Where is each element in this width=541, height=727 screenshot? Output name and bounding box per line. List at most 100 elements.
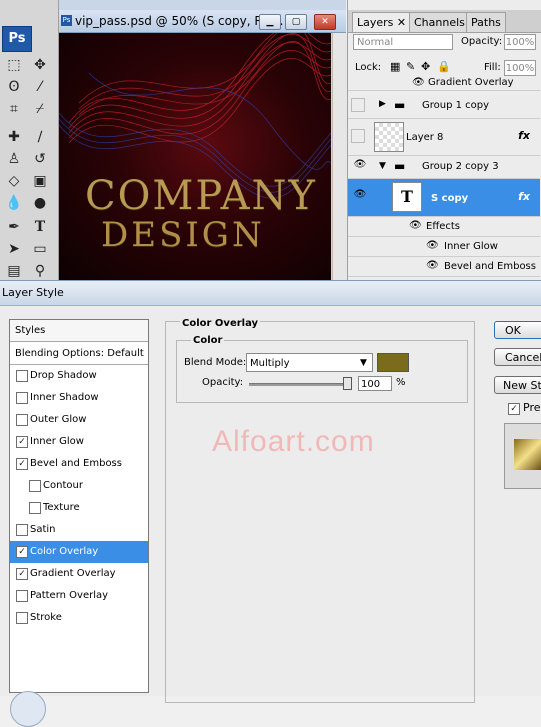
style-checkbox[interactable]: ✓ bbox=[16, 568, 28, 580]
healing-brush-icon[interactable]: ✚ bbox=[3, 126, 25, 148]
magic-wand-icon[interactable]: ⁄ bbox=[29, 76, 51, 98]
style-checkbox[interactable] bbox=[29, 502, 41, 514]
move-icon[interactable]: ✥ bbox=[29, 54, 51, 76]
style-checkbox[interactable] bbox=[16, 590, 28, 602]
notes-icon[interactable]: ▤ bbox=[3, 260, 25, 282]
style-item[interactable]: ✓ Bevel and Emboss bbox=[10, 453, 148, 475]
expand-arrow-icon[interactable]: ▶ bbox=[379, 99, 386, 109]
gradient-icon[interactable]: ▣ bbox=[29, 170, 51, 192]
tab-paths[interactable]: Paths bbox=[466, 12, 506, 32]
close-button[interactable]: ✕ bbox=[314, 14, 336, 30]
fx-icon[interactable]: fx bbox=[518, 190, 530, 203]
style-checkbox[interactable]: ✓ bbox=[16, 546, 28, 558]
layer-effect-row[interactable]: 👁 Bevel and Emboss bbox=[348, 257, 540, 277]
eraser-icon[interactable]: ◇ bbox=[3, 170, 25, 192]
eye-icon[interactable]: 👁 bbox=[412, 77, 425, 88]
dialog-titlebar[interactable]: Layer Style bbox=[0, 280, 541, 306]
opacity-slider-handle[interactable] bbox=[343, 377, 352, 390]
visibility-toggle[interactable] bbox=[351, 98, 365, 112]
collapse-arrow-icon[interactable]: ▼ bbox=[379, 161, 386, 171]
style-item[interactable]: Stroke bbox=[10, 607, 148, 629]
dialog-title: Layer Style bbox=[2, 286, 64, 299]
ok-button[interactable]: OK bbox=[494, 321, 541, 339]
toolbox: Ps ⬚ ✥ ʘ ⁄ ⌗ ⌿ ✚ ∕ ♙ ↺ ◇ ▣ 💧 ● ✒ T ➤ ▭ ▤… bbox=[0, 0, 59, 280]
eye-icon[interactable]: 👁 bbox=[426, 240, 439, 251]
rectangle-icon[interactable]: ▭ bbox=[29, 238, 51, 260]
new-style-button[interactable]: New Style... bbox=[494, 376, 541, 394]
opacity-slider-track[interactable] bbox=[249, 383, 351, 386]
blur-icon[interactable]: 💧 bbox=[3, 192, 25, 214]
tab-channels[interactable]: Channels bbox=[409, 12, 470, 32]
style-item-label: Contour bbox=[43, 480, 83, 491]
path-selection-icon[interactable]: ➤ bbox=[3, 238, 25, 260]
document-titlebar[interactable]: Ps vip_pass.psd @ 50% (S copy, RG... ▁ ▢… bbox=[59, 10, 346, 33]
crop-icon[interactable]: ⌗ bbox=[3, 98, 25, 120]
style-checkbox[interactable] bbox=[29, 480, 41, 492]
layer-row[interactable]: 👁 ▼ ▬ Group 2 copy 3 bbox=[348, 156, 540, 179]
style-checkbox[interactable]: ✓ bbox=[16, 458, 28, 470]
style-item[interactable]: Drop Shadow bbox=[10, 365, 148, 387]
style-item[interactable]: Outer Glow bbox=[10, 409, 148, 431]
layer-effect-row[interactable]: 👁 Inner Glow bbox=[348, 237, 540, 257]
fill-field[interactable]: 100% bbox=[504, 60, 536, 76]
style-checkbox[interactable] bbox=[16, 370, 28, 382]
overlay-color-swatch[interactable] bbox=[377, 353, 409, 372]
style-item-label: Outer Glow bbox=[30, 414, 87, 425]
close-icon[interactable]: ✕ bbox=[397, 16, 406, 29]
type-icon[interactable]: T bbox=[29, 216, 51, 238]
eyedropper-icon[interactable]: ⚲ bbox=[29, 260, 51, 282]
dropdown-arrow-icon[interactable]: ▼ bbox=[360, 358, 367, 368]
style-checkbox[interactable] bbox=[16, 392, 28, 404]
blend-mode-select[interactable]: Multiply bbox=[246, 353, 373, 372]
style-item[interactable]: Inner Shadow bbox=[10, 387, 148, 409]
layer-row-selected[interactable]: 👁 T S copy fx bbox=[348, 179, 540, 217]
slice-icon[interactable]: ⌿ bbox=[29, 98, 51, 120]
lock-position-icon[interactable]: ✥ bbox=[421, 60, 430, 73]
layer-blend-mode-select[interactable]: Normal bbox=[353, 34, 453, 50]
preview-checkbox[interactable]: ✓ bbox=[508, 403, 520, 415]
tab-layers[interactable]: Layers ✕ bbox=[352, 12, 412, 32]
eye-icon[interactable]: 👁 bbox=[409, 220, 422, 231]
style-item[interactable]: Texture bbox=[10, 497, 148, 519]
maximize-button[interactable]: ▢ bbox=[285, 14, 307, 30]
marquee-icon[interactable]: ⬚ bbox=[3, 54, 25, 76]
style-checkbox[interactable]: ✓ bbox=[16, 436, 28, 448]
fx-icon[interactable]: fx bbox=[518, 129, 530, 142]
lock-all-icon[interactable]: 🔒 bbox=[437, 60, 451, 73]
style-checkbox[interactable] bbox=[16, 414, 28, 426]
visibility-toggle[interactable] bbox=[351, 129, 365, 143]
layer-row[interactable]: ▶ ▬ Group 1 copy bbox=[348, 93, 540, 119]
style-item[interactable]: Satin bbox=[10, 519, 148, 541]
layer-row[interactable]: Layer 8 fx bbox=[348, 119, 540, 156]
eye-icon[interactable]: 👁 bbox=[351, 159, 369, 175]
brush-icon[interactable]: ∕ bbox=[29, 126, 51, 148]
style-item[interactable]: Contour bbox=[10, 475, 148, 497]
eye-icon[interactable]: 👁 bbox=[426, 260, 439, 271]
help-circle-icon[interactable] bbox=[10, 691, 46, 727]
blending-options-item[interactable]: Blending Options: Default bbox=[10, 343, 148, 365]
lasso-icon[interactable]: ʘ bbox=[3, 76, 25, 98]
clone-stamp-icon[interactable]: ♙ bbox=[3, 148, 25, 170]
layer-row[interactable]: 👁 Gradient Overlay bbox=[348, 77, 540, 91]
minimize-button[interactable]: ▁ bbox=[259, 14, 281, 30]
style-item[interactable]: ✓ Color Overlay bbox=[10, 541, 148, 563]
pen-icon[interactable]: ✒ bbox=[3, 216, 25, 238]
document-scrollbar[interactable] bbox=[332, 33, 347, 280]
eye-icon[interactable]: 👁 bbox=[351, 189, 369, 205]
lock-transparent-icon[interactable]: ▦ bbox=[390, 60, 400, 73]
dodge-icon[interactable]: ● bbox=[29, 192, 51, 214]
overlay-opacity-field[interactable]: 100 bbox=[358, 376, 392, 391]
cancel-button[interactable]: Cancel bbox=[494, 348, 541, 366]
lock-image-icon[interactable]: ✎ bbox=[406, 60, 415, 73]
layer-opacity-field[interactable]: 100% bbox=[504, 34, 536, 50]
document-canvas[interactable]: COMPANY DESIGN bbox=[59, 33, 331, 280]
styles-header[interactable]: Styles bbox=[10, 320, 148, 342]
style-item[interactable]: ✓ Inner Glow bbox=[10, 431, 148, 453]
layer-opacity-label: Opacity: bbox=[461, 36, 503, 47]
layer-effects-row[interactable]: 👁 Effects bbox=[348, 217, 540, 237]
history-brush-icon[interactable]: ↺ bbox=[29, 148, 51, 170]
style-checkbox[interactable] bbox=[16, 524, 28, 536]
style-checkbox[interactable] bbox=[16, 612, 28, 624]
style-item[interactable]: ✓ Gradient Overlay bbox=[10, 563, 148, 585]
style-item[interactable]: Pattern Overlay bbox=[10, 585, 148, 607]
